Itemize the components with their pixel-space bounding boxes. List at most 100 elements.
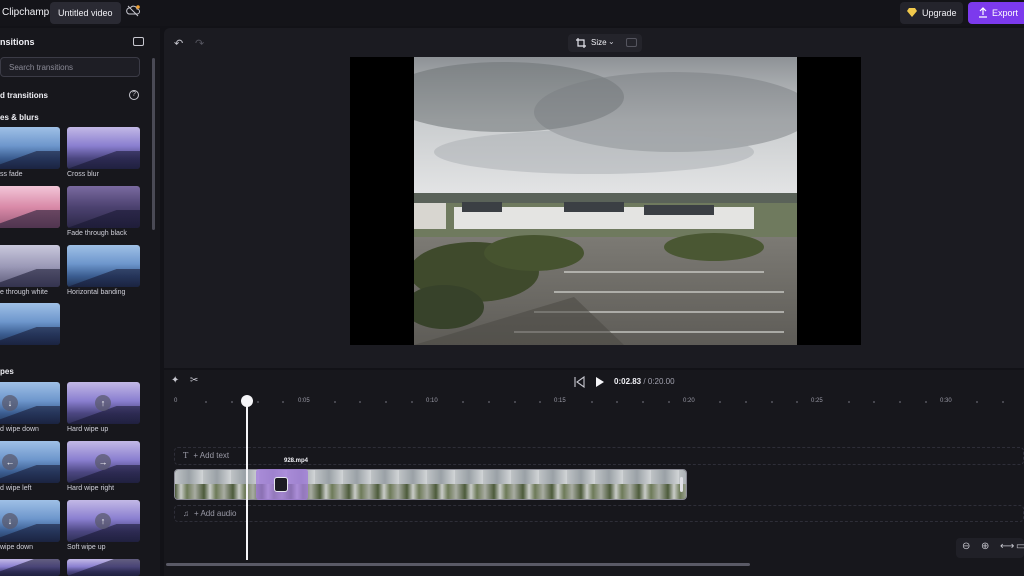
panel-scrollbar[interactable]: [152, 58, 155, 230]
ruler-tick: 0:05: [298, 398, 310, 404]
section-wipes: pes: [0, 367, 14, 376]
upgrade-label: Upgrade: [922, 8, 957, 18]
zoom-out-icon[interactable]: ⊖: [962, 541, 970, 552]
add-audio-label-text: + Add audio: [194, 509, 237, 518]
redo-icon[interactable]: ↷: [195, 37, 205, 50]
music-note-icon: ♫: [183, 509, 189, 518]
gem-icon: [907, 8, 917, 17]
arrow-up-icon: ↑: [95, 513, 111, 529]
transition-label: d wipe down: [0, 426, 39, 433]
ruler-tick: 0:25: [811, 398, 823, 404]
aspect-ratio-button[interactable]: Size ⌄: [568, 34, 642, 52]
ruler-dot: [205, 401, 207, 403]
picture-in-picture-icon[interactable]: [626, 38, 637, 47]
ruler-dot: [745, 401, 747, 403]
ruler-dot: [462, 401, 464, 403]
section-featured: d transitions: [0, 91, 49, 100]
fit-timeline-icon[interactable]: ⟷: [1000, 541, 1014, 552]
ruler-dot: [231, 401, 233, 403]
magic-edit-icon[interactable]: ✦: [171, 375, 179, 386]
section-fades-blurs: es & blurs: [0, 113, 39, 122]
clip-name: 928.mp4: [284, 458, 309, 464]
collapse-panel-icon[interactable]: [133, 37, 144, 46]
add-audio-track[interactable]: ♫ + Add audio: [174, 505, 1024, 522]
transition-thumb-soft-wipe-down[interactable]: ↓: [0, 500, 60, 542]
scissors-icon[interactable]: ✂: [190, 375, 198, 386]
search-box[interactable]: [0, 57, 140, 77]
ruler-dot: [668, 401, 670, 403]
upgrade-button[interactable]: Upgrade: [900, 2, 963, 24]
ruler-tick: 0:20: [683, 398, 695, 404]
clip-thumb-ground: [175, 484, 686, 499]
ruler-dot: [539, 401, 541, 403]
ruler-dot: [976, 401, 978, 403]
ruler-dot: [616, 401, 618, 403]
ruler-dot: [359, 401, 361, 403]
transition-label: Horizontal banding: [67, 289, 126, 296]
transition-thumb-fade-through-black[interactable]: [67, 186, 140, 228]
transition-thumb[interactable]: [0, 559, 60, 576]
clip-thumb-sky: [175, 470, 686, 484]
arrow-left-icon: ←: [2, 454, 18, 470]
clip-trim-handle[interactable]: [680, 477, 683, 492]
transition-thumb-horizontal-banding[interactable]: [67, 245, 140, 287]
text-icon: T: [183, 451, 189, 460]
transition-thumb-hard-wipe-left[interactable]: ←: [0, 441, 60, 483]
arrow-down-icon: ↓: [2, 395, 18, 411]
transition-thumb-cross-blur[interactable]: [67, 127, 140, 169]
ruler-dot: [796, 401, 798, 403]
ruler-dot: [771, 401, 773, 403]
ruler-dot: [899, 401, 901, 403]
ruler-dot: [1002, 401, 1004, 403]
transition-thumb[interactable]: [0, 303, 60, 345]
project-title[interactable]: Untitled video: [50, 2, 121, 24]
transition-label: ss fade: [0, 171, 23, 178]
more-icon[interactable]: ▭: [1016, 541, 1024, 552]
transition-label: Hard wipe up: [67, 426, 109, 433]
transition-thumb-fade-through-white[interactable]: [0, 245, 60, 287]
arrow-up-icon: ↑: [95, 395, 111, 411]
crop-icon: [576, 38, 586, 48]
ruler-dot: [488, 401, 490, 403]
top-bar: Clipchamp Untitled video Upgrade Export: [0, 0, 1024, 26]
transition-thumb-hard-wipe-right[interactable]: →: [67, 441, 140, 483]
search-input[interactable]: [9, 60, 135, 74]
ruler-dot: [282, 401, 284, 403]
transitions-panel: nsitions d transitions ? es & blurs pes: [0, 28, 160, 576]
transition-thumb[interactable]: [67, 559, 140, 576]
transition-thumb-fade-through[interactable]: [0, 186, 60, 228]
transition-label: e through white: [0, 289, 48, 296]
play-icon[interactable]: [596, 377, 604, 387]
transition-thumb-soft-wipe-up[interactable]: ↑: [67, 500, 140, 542]
playhead-line[interactable]: [246, 400, 248, 560]
video-preview-frame: [414, 57, 797, 345]
transition-label: Cross blur: [67, 171, 99, 178]
export-button[interactable]: Export: [968, 2, 1024, 24]
zoom-in-icon[interactable]: ⊕: [981, 541, 989, 552]
help-icon[interactable]: ?: [129, 90, 139, 100]
ruler-dot: [411, 401, 413, 403]
add-text-label-text: + Add text: [193, 451, 230, 460]
add-text-label: T + Add text: [183, 451, 229, 460]
zoom-controls: ⊖ ⊕ ⟷ ▭: [956, 538, 1024, 558]
transition-label: d wipe left: [0, 485, 32, 492]
timeline-scrollbar[interactable]: [166, 563, 750, 566]
skip-back-icon[interactable]: [574, 375, 585, 389]
transition-marker-icon[interactable]: [274, 477, 288, 492]
export-label: Export: [992, 8, 1019, 18]
ruler-dot: [848, 401, 850, 403]
video-clip[interactable]: [174, 469, 687, 500]
transition-thumb-cross-fade[interactable]: [0, 127, 60, 169]
ruler-dot: [642, 401, 644, 403]
playhead-handle[interactable]: [241, 395, 253, 407]
transition-thumb-hard-wipe-up[interactable]: ↑: [67, 382, 140, 424]
ruler-dot: [719, 401, 721, 403]
ruler-dot: [591, 401, 593, 403]
undo-icon[interactable]: ↶: [174, 37, 184, 50]
ruler-dot: [925, 401, 927, 403]
add-audio-label: ♫ + Add audio: [183, 509, 236, 518]
cloud-sync-off-icon[interactable]: [126, 4, 140, 18]
ruler-dot: [334, 401, 336, 403]
transition-thumb-hard-wipe-down[interactable]: ↓: [0, 382, 60, 424]
ruler-tick: 0:15: [554, 398, 566, 404]
